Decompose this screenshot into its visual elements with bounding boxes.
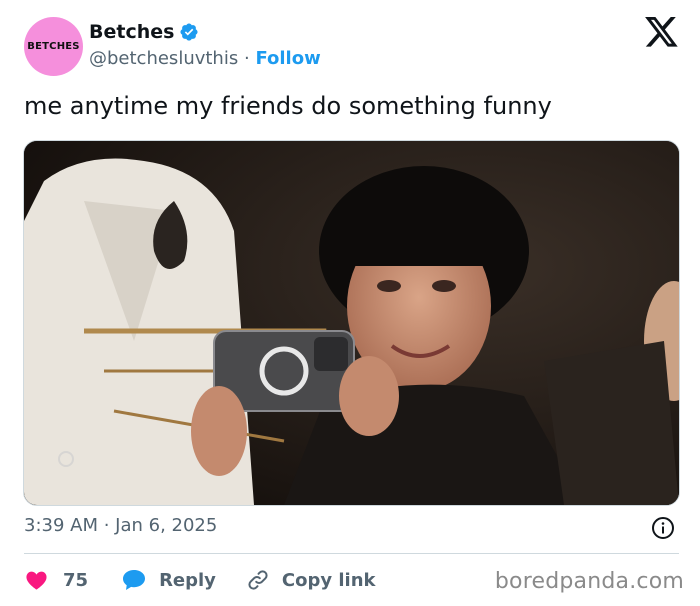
- reply-button[interactable]: Reply: [122, 569, 216, 591]
- link-icon: [248, 570, 268, 590]
- copy-link-button[interactable]: Copy link: [246, 568, 376, 592]
- tweet-timestamp[interactable]: 3:39 AM · Jan 6, 2025: [24, 515, 217, 536]
- like-button[interactable]: 75: [24, 568, 88, 592]
- photo-illustration: [24, 141, 679, 505]
- tweet-media-image[interactable]: [23, 140, 680, 506]
- avatar[interactable]: BETCHES: [24, 17, 83, 76]
- tweet-text: me anytime my friends do something funny: [24, 92, 552, 120]
- like-count: 75: [63, 569, 89, 591]
- verified-badge-icon: [180, 23, 198, 41]
- action-bar: 75 Reply Copy link: [24, 565, 376, 595]
- info-icon[interactable]: [651, 516, 675, 540]
- author-name-row: Betches: [89, 21, 199, 43]
- divider: [24, 553, 679, 554]
- reply-label: Reply: [159, 569, 216, 591]
- copy-link-label: Copy link: [281, 569, 376, 591]
- author-handle-row: @betchesluvthis · Follow: [89, 48, 321, 69]
- speech-bubble-icon: [123, 570, 146, 590]
- author-handle[interactable]: @betchesluvthis: [89, 48, 238, 69]
- watermark: boredpanda.com: [494, 569, 684, 594]
- heart-icon: [26, 571, 47, 590]
- separator-dot: ·: [243, 48, 250, 69]
- x-logo-icon[interactable]: [645, 17, 679, 48]
- avatar-text: BETCHES: [27, 41, 80, 52]
- follow-button[interactable]: Follow: [255, 48, 320, 69]
- author-display-name[interactable]: Betches: [89, 21, 174, 43]
